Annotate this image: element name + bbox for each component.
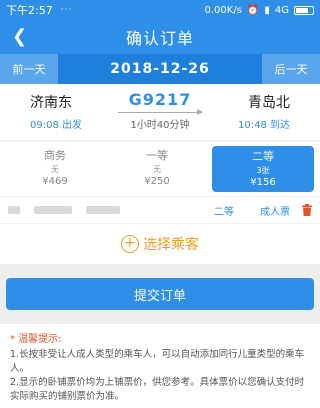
tips-line: 1.长按非受让人成人类型的乘车人，可以自动添加同行儿童类型的乘车人。: [10, 349, 305, 374]
seat-name: 二等: [252, 150, 274, 163]
prev-day-button[interactable]: 前一天: [0, 54, 58, 84]
date-bar: 前一天 2018-12-26 后一天: [0, 54, 320, 84]
battery-icon: [294, 5, 314, 15]
arrival-station: 青岛北: [248, 95, 290, 111]
passenger-name-redacted: [8, 206, 20, 214]
next-day-button[interactable]: 后一天: [262, 54, 320, 84]
tips-line: 2.显示的卧铺票价均为上铺票价，供您参考。具体票价以您确认支付时实际购买的铺别票…: [10, 377, 305, 402]
add-icon: +: [121, 235, 139, 253]
tips-title: * 温馨提示:: [10, 334, 62, 345]
arrival-time: 10:48 到达: [238, 120, 290, 131]
add-passenger-button[interactable]: + 选择乘客: [0, 224, 320, 264]
seat-name: 一等: [146, 149, 168, 162]
status-right: 0.00K/s ⏰ ▮ 4G: [204, 4, 314, 16]
alarm-icon: ⏰: [246, 4, 260, 16]
status-bar: 下午2:57 ··· 0.00K/s ⏰ ▮ 4G: [0, 0, 320, 20]
seat-availability: 无: [51, 165, 59, 174]
seat-name: 商务: [44, 149, 66, 162]
network-speed: 0.00K/s: [204, 4, 242, 16]
passenger-row[interactable]: 二等 成人票: [0, 197, 320, 223]
seat-option-second[interactable]: 二等 3张 ¥156: [212, 146, 314, 192]
add-passenger-label: 选择乘客: [143, 237, 199, 253]
back-icon[interactable]: ❮: [12, 26, 27, 47]
passenger-ticket-type[interactable]: 成人票: [260, 203, 290, 218]
status-time: 下午2:57: [6, 4, 53, 17]
network-type: 4G: [274, 4, 289, 16]
trash-icon[interactable]: [302, 204, 312, 216]
submit-order-button[interactable]: 提交订单: [6, 278, 314, 310]
seat-price: ¥156: [250, 177, 276, 188]
page-title: 确认订单: [125, 29, 194, 48]
seat-class-selector: 商务 无 ¥469 一等 无 ¥250 二等 3张 ¥156: [0, 142, 320, 196]
seat-option-business[interactable]: 商务 无 ¥469: [4, 142, 106, 196]
passenger-id-redacted: [34, 206, 72, 214]
passenger-seat-class[interactable]: 二等: [214, 203, 234, 218]
nav-bar: ❮ 确认订单: [0, 20, 320, 54]
seat-price: ¥469: [42, 176, 68, 187]
notification-dots: ···: [60, 5, 73, 15]
arrow-icon: [118, 109, 203, 115]
seat-option-first[interactable]: 一等 无 ¥250: [106, 142, 208, 196]
seat-availability: 无: [153, 165, 161, 174]
seat-price: ¥250: [144, 176, 170, 187]
tips-panel: * 温馨提示: 1.长按非受让人成人类型的乘车人，可以自动添加同行儿童类型的乘车…: [0, 324, 320, 408]
passenger-id-redacted: [86, 206, 120, 214]
travel-date[interactable]: 2018-12-26: [58, 54, 262, 84]
arrival: 青岛北 10:48 到达: [238, 92, 290, 131]
signal-icon: ▮: [264, 4, 270, 16]
train-info: 济南东 09:08 出发 G9217 1小时40分钟 青岛北 10:48 到达: [0, 84, 320, 140]
seat-availability: 3张: [256, 166, 270, 175]
